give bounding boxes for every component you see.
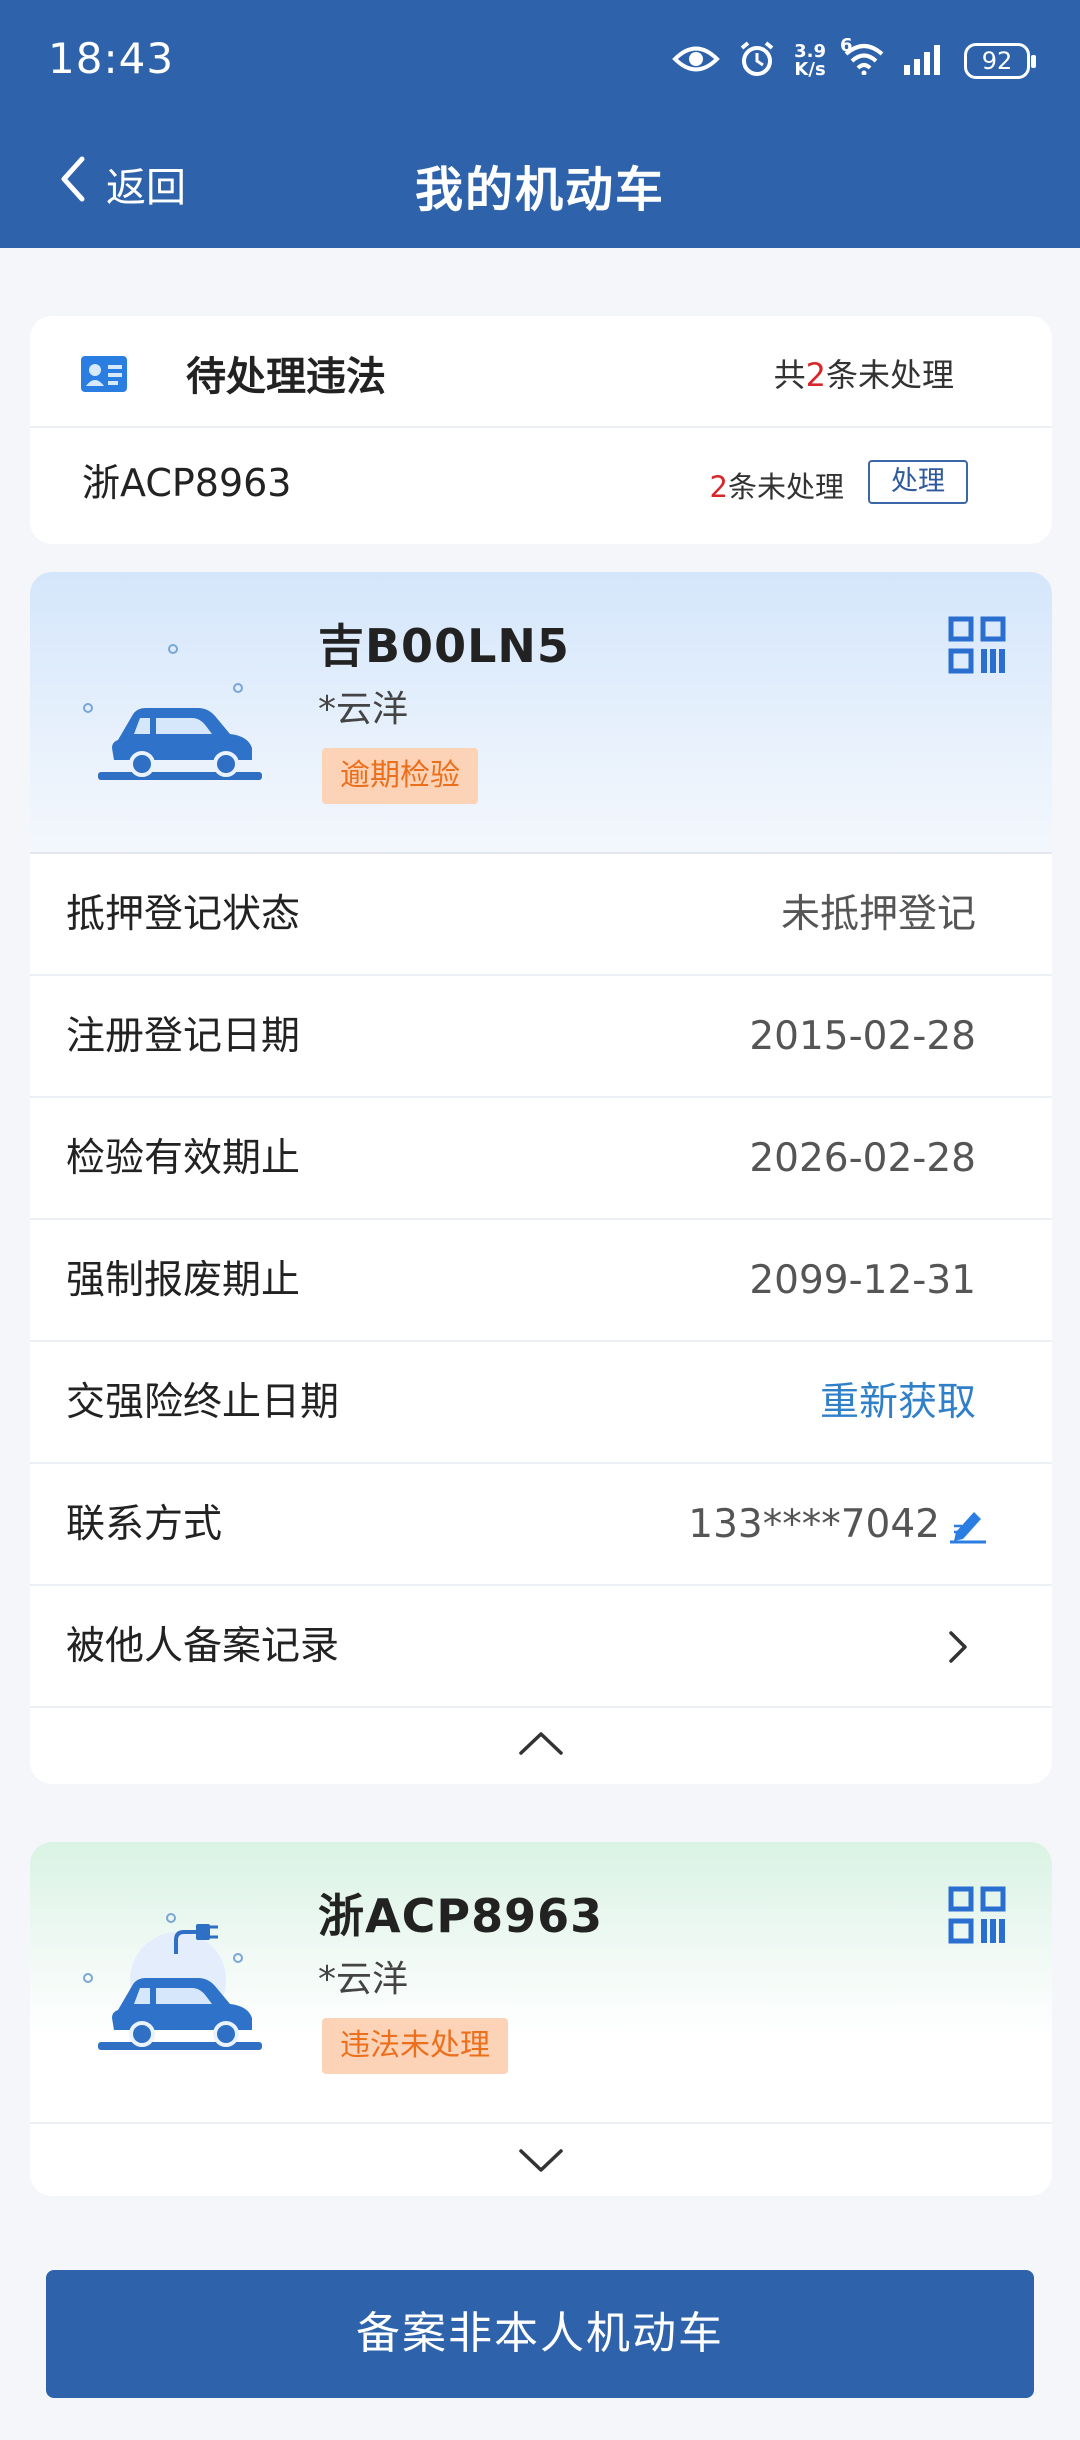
row-label: 检验有效期止	[66, 1136, 301, 1181]
chevron-right-icon	[948, 1630, 968, 1668]
vehicle-details: 抵押登记状态 未抵押登记 注册登记日期 2015-02-28 检验有效期止 20…	[30, 854, 1052, 1708]
row-value: 2026-02-28	[749, 1136, 976, 1181]
battery-icon: 92	[964, 43, 1036, 79]
id-card-icon	[80, 354, 128, 398]
status-time: 18:43	[48, 34, 175, 83]
detail-row-mortgage: 抵押登记状态 未抵押登记	[30, 854, 1052, 976]
vehicle-header[interactable]: 吉B00LN5 *云洋 逾期检验	[30, 572, 1052, 854]
vehicle-plate: 浙ACP8963	[318, 1889, 604, 1943]
vehicle-header[interactable]: 浙ACP8963 *云洋 违法未处理	[30, 1842, 1052, 2124]
row-label: 抵押登记状态	[66, 892, 301, 937]
row-value: 2099-12-31	[749, 1258, 976, 1303]
row-label: 注册登记日期	[66, 1014, 301, 1059]
detail-row-registration-date: 注册登记日期 2015-02-28	[30, 976, 1052, 1098]
edit-icon[interactable]	[948, 1508, 988, 1548]
detail-row-inspection-expiry: 检验有效期止 2026-02-28	[30, 1098, 1052, 1220]
violations-total: 共2条未处理	[773, 356, 954, 394]
contact-phone: 133****7042	[688, 1502, 940, 1547]
row-label: 联系方式	[66, 1502, 223, 1547]
handle-violation-button[interactable]: 处理	[868, 460, 968, 504]
detail-row-filing-records[interactable]: 被他人备案记录	[30, 1586, 1052, 1708]
wifi-icon: 6	[840, 35, 884, 79]
violations-header: 待处理违法 共2条未处理	[30, 316, 1052, 428]
detail-row-insurance-end: 交强险终止日期 重新获取	[30, 1342, 1052, 1464]
row-label: 被他人备案记录	[66, 1624, 340, 1669]
register-other-vehicle-button[interactable]: 备案非本人机动车	[46, 2270, 1034, 2398]
detail-row-contact: 联系方式 133****7042	[30, 1464, 1052, 1586]
signal-icon	[902, 43, 946, 79]
alarm-icon	[738, 40, 776, 82]
network-speed: 3.9 K/s	[794, 41, 826, 80]
row-label: 交强险终止日期	[66, 1380, 340, 1425]
status-icons: 3.9 K/s 6 92	[672, 34, 1036, 88]
car-icon	[80, 642, 280, 796]
vehicle-plate: 吉B00LN5	[318, 619, 570, 673]
refresh-insurance-link[interactable]: 重新获取	[820, 1342, 976, 1464]
page-title: 我的机动车	[414, 162, 665, 218]
vehicle-card: 吉B00LN5 *云洋 逾期检验 抵押登记状态 未抵押登记 注册登记日期 201…	[30, 572, 1052, 1784]
status-badge: 逾期检验	[322, 748, 478, 804]
status-badge: 违法未处理	[322, 2018, 508, 2074]
row-value: 未抵押登记	[780, 892, 976, 937]
vehicle-card: 浙ACP8963 *云洋 违法未处理	[30, 1842, 1052, 2196]
row-value: 2015-02-28	[749, 1014, 976, 1059]
network-type: 6	[840, 35, 853, 56]
ev-car-icon	[80, 1912, 280, 2066]
chevron-up-icon[interactable]	[518, 1730, 564, 1760]
violation-plate: 浙ACP8963	[82, 461, 292, 505]
qr-code-icon[interactable]	[948, 1886, 1006, 1948]
row-label: 强制报废期止	[66, 1258, 301, 1303]
vehicle-owner: *云洋	[318, 1959, 409, 2000]
pending-violations-card: 待处理违法 共2条未处理 浙ACP8963 2条未处理 处理	[30, 316, 1052, 544]
eye-icon	[672, 44, 720, 78]
violations-title: 待处理违法	[186, 354, 386, 400]
chevron-down-icon[interactable]	[518, 2148, 564, 2178]
detail-row-scrap-date: 强制报废期止 2099-12-31	[30, 1220, 1052, 1342]
qr-code-icon[interactable]	[948, 616, 1006, 678]
app-header: 18:43 3.9 K/s 6 92 返回 我的机动车	[0, 0, 1080, 248]
violation-count: 2条未处理	[709, 470, 844, 504]
vehicle-owner: *云洋	[318, 689, 409, 730]
